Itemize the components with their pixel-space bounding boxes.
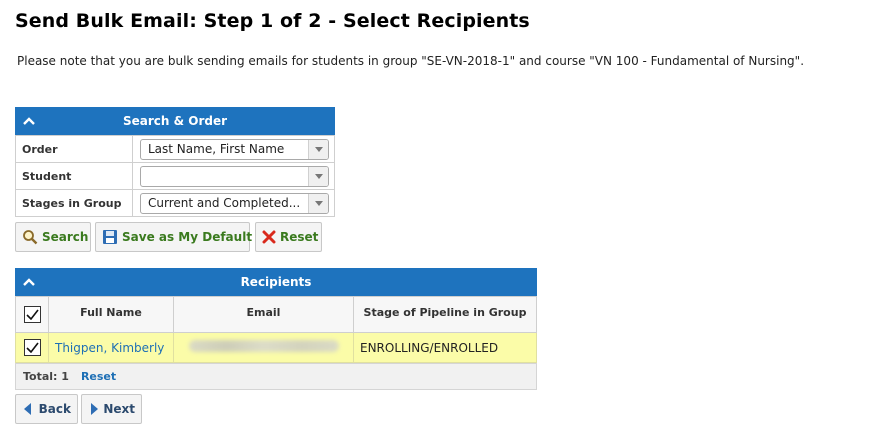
column-email: Email (173, 296, 354, 333)
recipients-footer: Total: 1 Reset (15, 363, 537, 390)
student-select[interactable] (140, 165, 329, 187)
student-label: Student (15, 162, 133, 190)
stages-label: Stages in Group (15, 189, 133, 217)
search-form: Order Last Name, First Name Student Stag… (15, 135, 335, 217)
stages-select-value: Current and Completed... (148, 195, 301, 210)
column-full-name: Full Name (48, 296, 174, 333)
table-row: Thigpen, Kimberly ENROLLING/ENROLLED (15, 332, 537, 363)
next-button[interactable]: Next (81, 394, 142, 424)
row-checkbox[interactable] (23, 339, 41, 356)
magnifier-icon (22, 229, 38, 245)
info-note: Please note that you are bulk sending em… (17, 54, 805, 68)
search-order-header: Search & Order (15, 107, 335, 135)
arrow-right-icon (88, 401, 99, 417)
row-email (173, 332, 354, 363)
order-label: Order (15, 135, 133, 163)
row-select-cell (15, 332, 49, 363)
select-all-header (15, 296, 49, 333)
page-title: Send Bulk Email: Step 1 of 2 - Select Re… (15, 10, 530, 32)
stages-select[interactable]: Current and Completed... (140, 192, 329, 214)
total-count: Total: 1 (23, 370, 69, 383)
back-button-label: Back (38, 402, 71, 416)
collapse-search-icon[interactable] (23, 115, 35, 127)
back-button[interactable]: Back (15, 394, 78, 424)
chevron-down-icon (308, 139, 328, 159)
search-button-label: Search (42, 230, 89, 244)
reset-selection-link[interactable]: Reset (81, 370, 116, 383)
select-all-checkbox[interactable] (23, 306, 41, 323)
student-name-link[interactable]: Thigpen, Kimberly (55, 341, 164, 355)
row-stage: ENROLLING/ENROLLED (353, 332, 537, 363)
save-default-button-label: Save as My Default (122, 230, 253, 244)
order-select[interactable]: Last Name, First Name (140, 138, 329, 160)
chevron-down-icon (308, 193, 328, 213)
floppy-disk-icon (102, 229, 118, 245)
row-full-name: Thigpen, Kimberly (48, 332, 174, 363)
next-button-label: Next (103, 402, 135, 416)
recipients-header: Recipients (15, 268, 537, 296)
reset-button[interactable]: Reset (255, 222, 322, 252)
save-default-button[interactable]: Save as My Default (95, 222, 253, 252)
collapse-recipients-icon[interactable] (23, 276, 35, 288)
recipients-table: Full Name Email Stage of Pipeline in Gro… (15, 296, 537, 363)
column-stage: Stage of Pipeline in Group (353, 296, 537, 333)
search-order-title: Search & Order (122, 114, 228, 128)
search-button[interactable]: Search (15, 222, 91, 252)
red-x-icon (262, 229, 276, 245)
arrow-left-icon (22, 401, 35, 417)
recipients-title: Recipients (240, 275, 312, 289)
blurred-email (188, 340, 339, 352)
order-select-value: Last Name, First Name (148, 141, 285, 156)
chevron-down-icon (308, 166, 328, 186)
reset-button-label: Reset (280, 230, 319, 244)
